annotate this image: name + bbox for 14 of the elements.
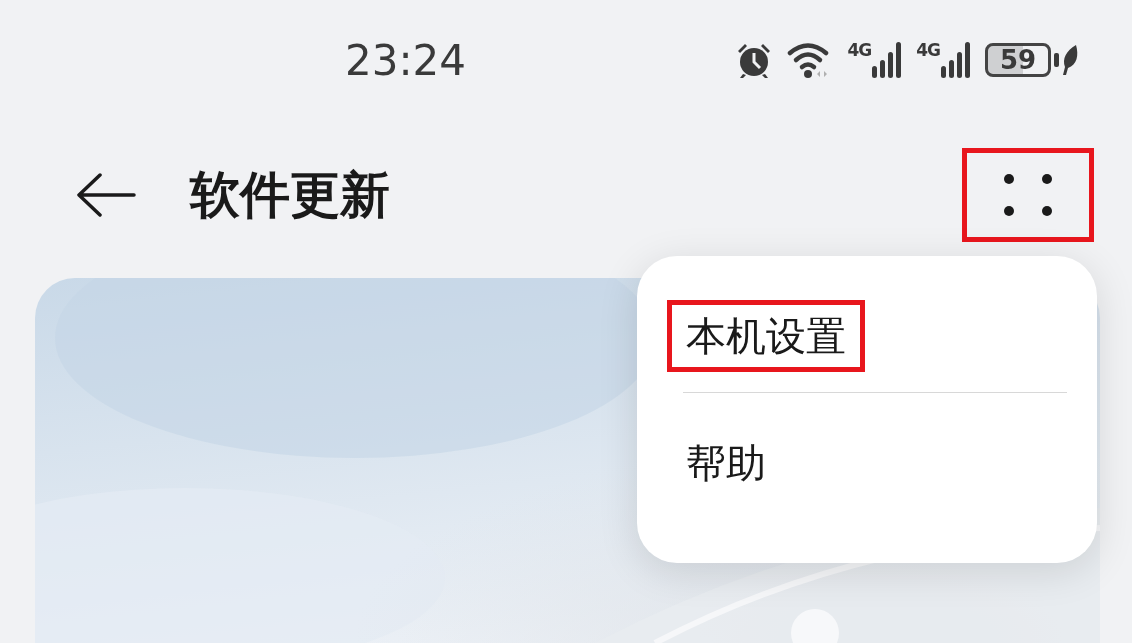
clock-time: 23:24 (345, 35, 467, 85)
menu-item[interactable]: 本机设置 (667, 300, 865, 372)
battery-tip-icon (1054, 53, 1059, 67)
leaf-icon (1062, 45, 1080, 75)
back-arrow-icon[interactable] (76, 173, 136, 217)
page-title: 软件更新 (190, 164, 390, 226)
signal-icon (941, 42, 971, 78)
signal-icon (872, 42, 903, 78)
network-type: 4G (847, 40, 872, 60)
more-icon (1003, 173, 1053, 217)
more-button[interactable] (962, 148, 1094, 242)
battery-level: 59 (985, 43, 1051, 77)
menu-item[interactable]: 帮助 (667, 427, 785, 499)
network-type: 4G (916, 40, 940, 60)
